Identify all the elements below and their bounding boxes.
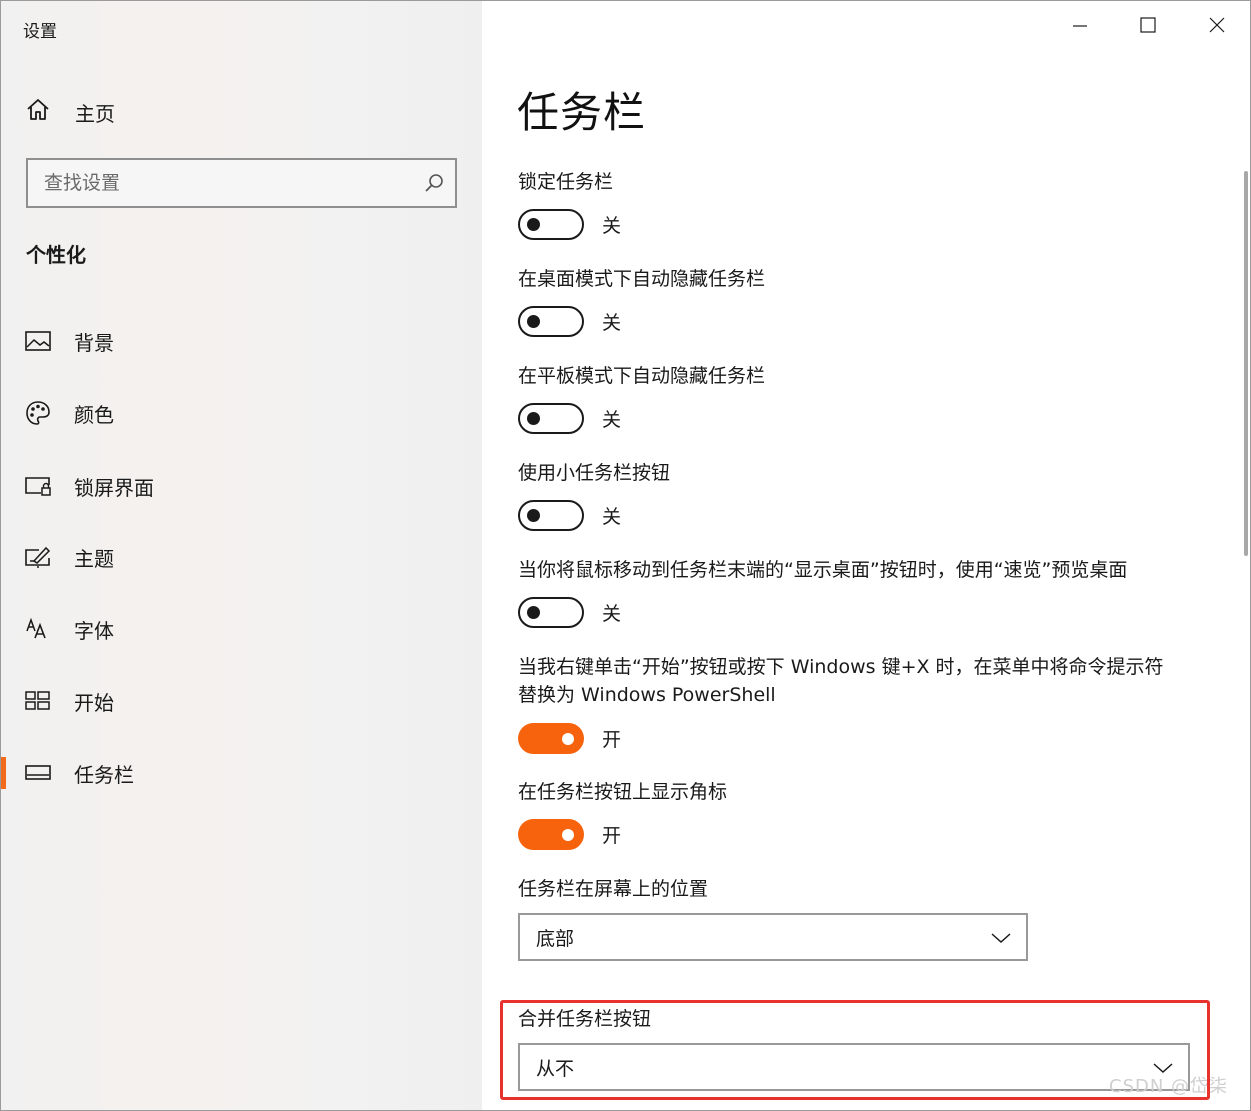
toggle-row: 关: [518, 402, 621, 434]
toggle-state-text: 开: [602, 824, 622, 847]
home-icon: [25, 97, 51, 127]
peek-toggle[interactable]: [518, 596, 584, 628]
search-input[interactable]: [28, 171, 423, 195]
close-icon: [1209, 17, 1225, 37]
maximize-button[interactable]: [1125, 9, 1171, 45]
powershell-toggle[interactable]: [518, 722, 584, 754]
toggle-knob: [527, 411, 540, 425]
toggle-row: 关: [518, 499, 621, 531]
search-box[interactable]: [26, 158, 457, 208]
toggle-state-text: 关: [602, 408, 622, 431]
autohide-desktop-toggle[interactable]: [518, 305, 584, 337]
main-content: 任务栏 锁定任务栏 关 在桌面模式下自动隐藏任务栏 关 在平板模式下自动隐藏任务…: [482, 1, 1250, 1110]
taskbar-icon: [25, 760, 51, 786]
position-dropdown[interactable]: 底部: [518, 913, 1028, 961]
setting-label-small-buttons: 使用小任务栏按钮: [518, 462, 671, 484]
maximize-icon: [1140, 17, 1156, 37]
font-icon: [25, 616, 51, 642]
sidebar-item-label: 主题: [74, 546, 114, 571]
toggle-row: 关: [518, 596, 621, 628]
setting-label-autohide-tablet: 在平板模式下自动隐藏任务栏: [518, 365, 766, 387]
lock-screen-icon: [25, 473, 51, 499]
toggle-knob: [527, 508, 540, 522]
toggle-state-text: 开: [602, 728, 622, 751]
close-button[interactable]: [1194, 9, 1240, 45]
toggle-row: 开: [518, 818, 621, 850]
start-tiles-icon: [25, 688, 51, 714]
minimize-icon: [1072, 17, 1088, 37]
toggle-knob: [562, 732, 574, 745]
small-buttons-toggle[interactable]: [518, 499, 584, 531]
sidebar-item-themes[interactable]: 主题: [1, 535, 482, 579]
toggle-state-text: 关: [602, 505, 622, 528]
section-title: 个性化: [26, 243, 86, 267]
theme-brush-icon: [25, 544, 51, 570]
annotation-highlight-box: [500, 1000, 1210, 1100]
toggle-knob: [527, 217, 540, 231]
sidebar: 设置 主页 个性化 背景 颜色: [1, 1, 482, 1110]
sidebar-item-colors[interactable]: 颜色: [1, 391, 482, 435]
active-indicator: [1, 757, 6, 789]
badges-toggle[interactable]: [518, 818, 584, 850]
toggle-state-text: 关: [602, 311, 622, 334]
toggle-knob: [562, 828, 574, 841]
sidebar-item-taskbar[interactable]: 任务栏: [1, 751, 482, 795]
toggle-state-text: 关: [602, 214, 622, 237]
sidebar-item-label: 背景: [74, 330, 114, 355]
toggle-row: 开: [518, 722, 621, 754]
setting-label-position: 任务栏在屏幕上的位置: [518, 878, 709, 900]
home-label: 主页: [75, 101, 115, 126]
setting-label-powershell: 当我右键单击“开始”按钮或按下 Windows 键+X 时，在菜单中将命令提示符…: [518, 656, 1164, 706]
app-title: 设置: [23, 22, 57, 42]
search-icon[interactable]: [423, 172, 445, 194]
toggle-row: 关: [518, 305, 621, 337]
minimize-button[interactable]: [1057, 9, 1103, 45]
picture-icon: [25, 328, 51, 354]
toggle-row: 关: [518, 208, 621, 240]
page-title: 任务栏: [517, 88, 647, 137]
setting-label-badges: 在任务栏按钮上显示角标: [518, 781, 728, 803]
home-nav-item[interactable]: 主页: [25, 95, 115, 129]
sidebar-item-lock-screen[interactable]: 锁屏界面: [1, 464, 482, 508]
palette-icon: [25, 400, 51, 426]
lock-taskbar-toggle[interactable]: [518, 208, 584, 240]
sidebar-item-label: 字体: [74, 618, 114, 643]
setting-label-autohide-desktop: 在桌面模式下自动隐藏任务栏: [518, 268, 766, 290]
settings-window: 设置 主页 个性化 背景 颜色: [0, 0, 1251, 1111]
watermark: CSDN @岱柒: [1109, 1076, 1229, 1097]
sidebar-item-label: 开始: [74, 690, 114, 715]
setting-label-lock-taskbar: 锁定任务栏: [518, 171, 614, 193]
toggle-state-text: 关: [602, 602, 622, 625]
scrollbar-thumb[interactable]: [1244, 171, 1248, 556]
dropdown-value: 底部: [536, 927, 575, 950]
autohide-tablet-toggle[interactable]: [518, 402, 584, 434]
setting-label-peek: 当你将鼠标移动到任务栏末端的“显示桌面”按钮时，使用“速览”预览桌面: [518, 559, 1128, 581]
sidebar-item-background[interactable]: 背景: [1, 319, 482, 363]
sidebar-item-label: 颜色: [74, 402, 114, 427]
sidebar-item-label: 任务栏: [74, 762, 134, 787]
sidebar-item-label: 锁屏界面: [74, 475, 154, 500]
sidebar-item-fonts[interactable]: 字体: [1, 607, 482, 651]
toggle-knob: [527, 314, 540, 328]
sidebar-item-start[interactable]: 开始: [1, 679, 482, 723]
toggle-knob: [527, 605, 540, 619]
chevron-down-icon: [990, 930, 1012, 944]
